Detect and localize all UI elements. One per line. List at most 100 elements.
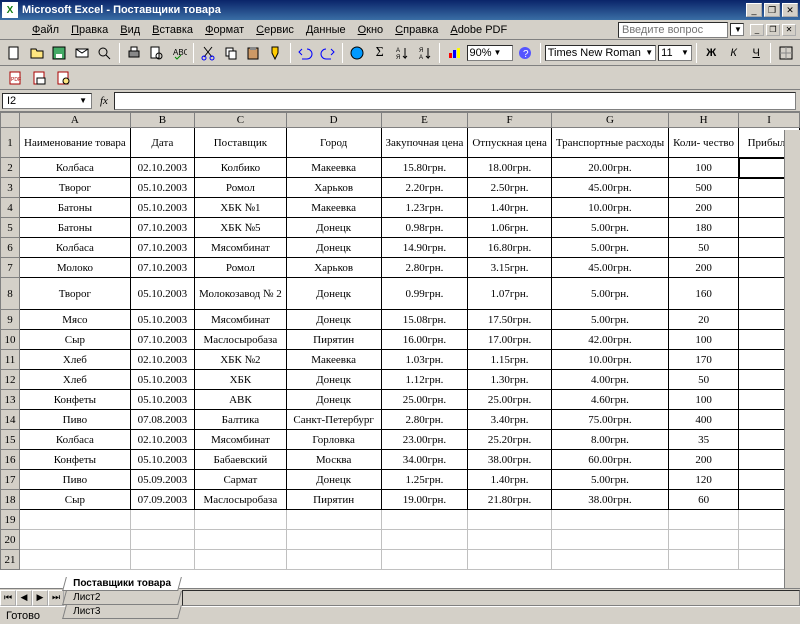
menu-Вид[interactable]: Вид	[114, 22, 146, 38]
cell[interactable]	[20, 510, 131, 530]
question-dd[interactable]: ▼	[730, 23, 744, 36]
cell[interactable]	[130, 510, 194, 530]
cell[interactable]: 17.00грн.	[468, 330, 551, 350]
menu-Правка[interactable]: Правка	[65, 22, 114, 38]
cell[interactable]: 3.15грн.	[468, 258, 551, 278]
bold-button[interactable]: Ж	[701, 42, 722, 64]
cell[interactable]: Донецк	[286, 370, 381, 390]
cell[interactable]: Конфеты	[20, 390, 131, 410]
cell[interactable]: Макеевка	[286, 198, 381, 218]
cell[interactable]: 75.00грн.	[551, 410, 668, 430]
cell[interactable]: 5.00грн.	[551, 310, 668, 330]
col-header-B[interactable]: B	[130, 113, 194, 128]
row-header-15[interactable]: 15	[1, 430, 20, 450]
email-button[interactable]	[72, 42, 93, 64]
row-header-2[interactable]: 2	[1, 158, 20, 178]
cell[interactable]: 160	[669, 278, 739, 310]
cell[interactable]: Батоны	[20, 198, 131, 218]
cell[interactable]: 10.00грн.	[551, 198, 668, 218]
cell[interactable]: 18.00грн.	[468, 158, 551, 178]
cell[interactable]	[669, 550, 739, 570]
search-button[interactable]	[94, 42, 115, 64]
copy-button[interactable]	[221, 42, 242, 64]
cell[interactable]: 25.00грн.	[468, 390, 551, 410]
cell[interactable]: 5.00грн.	[551, 470, 668, 490]
row-header-14[interactable]: 14	[1, 410, 20, 430]
cell[interactable]	[286, 530, 381, 550]
col-header-G[interactable]: G	[551, 113, 668, 128]
row-header-7[interactable]: 7	[1, 258, 20, 278]
cell[interactable]: Ромол	[195, 258, 287, 278]
cell[interactable]: 5.00грн.	[551, 218, 668, 238]
tab-first-button[interactable]: ⏮	[0, 590, 16, 606]
cell[interactable]: Пирятин	[286, 330, 381, 350]
cell[interactable]: 200	[669, 258, 739, 278]
cell[interactable]: Горловка	[286, 430, 381, 450]
cell[interactable]: 2.20грн.	[381, 178, 468, 198]
cell[interactable]	[286, 510, 381, 530]
cell[interactable]	[20, 550, 131, 570]
row-header-12[interactable]: 12	[1, 370, 20, 390]
cell[interactable]	[551, 510, 668, 530]
cell[interactable]: Донецк	[286, 470, 381, 490]
cell[interactable]: 0.98грн.	[381, 218, 468, 238]
restore-button[interactable]: ❐	[764, 3, 780, 17]
minimize-button[interactable]: _	[746, 3, 762, 17]
cell[interactable]: ХБК	[195, 370, 287, 390]
cell-header[interactable]: Закупочная цена	[381, 128, 468, 158]
cell-header[interactable]: Дата	[130, 128, 194, 158]
cell[interactable]: Донецк	[286, 310, 381, 330]
cell[interactable]: 25.20грн.	[468, 430, 551, 450]
tab-prev-button[interactable]: ◀	[16, 590, 32, 606]
col-header-D[interactable]: D	[286, 113, 381, 128]
cell[interactable]: 05.10.2003	[130, 198, 194, 218]
question-box[interactable]	[618, 22, 728, 38]
cell[interactable]: 02.10.2003	[130, 430, 194, 450]
cell[interactable]: 2.50грн.	[468, 178, 551, 198]
cell[interactable]: Пиво	[20, 470, 131, 490]
chart-button[interactable]	[444, 42, 465, 64]
cell[interactable]: 05.10.2003	[130, 370, 194, 390]
col-header-H[interactable]: H	[669, 113, 739, 128]
cell[interactable]: Мясо	[20, 310, 131, 330]
cell[interactable]: 500	[669, 178, 739, 198]
row-header-13[interactable]: 13	[1, 390, 20, 410]
vertical-scrollbar[interactable]	[784, 130, 800, 588]
cell[interactable]: Пиво	[20, 410, 131, 430]
cell[interactable]: 5.00грн.	[551, 238, 668, 258]
cell[interactable]: 15.08грн.	[381, 310, 468, 330]
menu-Формат[interactable]: Формат	[199, 22, 250, 38]
row-header-9[interactable]: 9	[1, 310, 20, 330]
underline-button[interactable]: Ч	[746, 42, 767, 64]
menu-Сервис[interactable]: Сервис	[250, 22, 300, 38]
cell-header[interactable]: Поставщик	[195, 128, 287, 158]
cell[interactable]	[195, 530, 287, 550]
cell[interactable]: 60.00грн.	[551, 450, 668, 470]
cell[interactable]: 200	[669, 450, 739, 470]
col-header-E[interactable]: E	[381, 113, 468, 128]
cell[interactable]: 10.00грн.	[551, 350, 668, 370]
cell[interactable]: 4.60грн.	[551, 390, 668, 410]
cell[interactable]: 120	[669, 470, 739, 490]
row-header-5[interactable]: 5	[1, 218, 20, 238]
cell[interactable]: 05.10.2003	[130, 310, 194, 330]
cell[interactable]	[468, 530, 551, 550]
cell[interactable]: 02.10.2003	[130, 350, 194, 370]
row-header-3[interactable]: 3	[1, 178, 20, 198]
cell[interactable]: 34.00грн.	[381, 450, 468, 470]
cell[interactable]: 50	[669, 370, 739, 390]
cell[interactable]: 14.90грн.	[381, 238, 468, 258]
cell[interactable]: Хлеб	[20, 350, 131, 370]
row-header-21[interactable]: 21	[1, 550, 20, 570]
fx-label[interactable]: fx	[94, 95, 114, 107]
cell[interactable]: Мясомбинат	[195, 310, 287, 330]
paste-button[interactable]	[243, 42, 264, 64]
cell[interactable]	[468, 550, 551, 570]
cell[interactable]: 1.06грн.	[468, 218, 551, 238]
col-header-F[interactable]: F	[468, 113, 551, 128]
row-header-11[interactable]: 11	[1, 350, 20, 370]
cell[interactable]: 05.10.2003	[130, 178, 194, 198]
col-header-I[interactable]: I	[739, 113, 800, 128]
row-header-4[interactable]: 4	[1, 198, 20, 218]
cell[interactable]: Донецк	[286, 218, 381, 238]
